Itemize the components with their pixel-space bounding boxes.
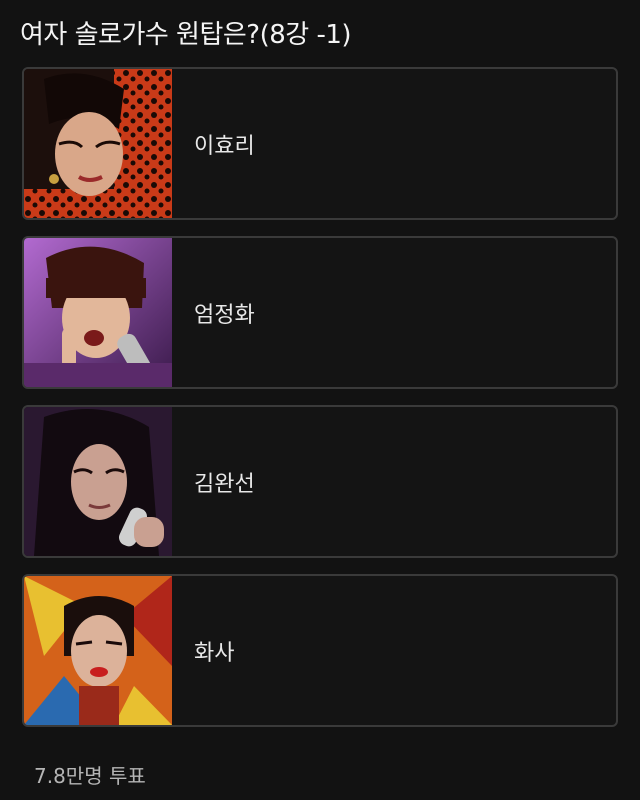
poll-option-1[interactable]: 이효리 [22,67,618,220]
option-photo [24,238,172,387]
option-label: 김완선 [194,471,255,497]
option-label: 이효리 [194,133,255,159]
poll-options: 이효리 엄정화 김완선 화사 [22,67,618,743]
vote-count: 7.8만명 투표 [34,764,146,788]
poll-option-2[interactable]: 엄정화 [22,236,618,389]
option-photo [24,407,172,556]
option-label: 화사 [194,640,235,666]
option-photo [24,69,172,218]
option-label: 엄정화 [194,302,255,328]
portrait-photo-leopard-outfit [24,69,172,218]
option-photo [24,576,172,725]
poll-option-4[interactable]: 화사 [22,574,618,727]
poll-title: 여자 솔로가수 원탑은?(8강 -1) [20,20,352,50]
portrait-photo-red-lips-colorful-background [24,576,172,725]
poll-option-3[interactable]: 김완선 [22,405,618,558]
portrait-photo-bob-hair-microphone [24,238,172,387]
portrait-photo-long-dark-hair-microphone [24,407,172,556]
